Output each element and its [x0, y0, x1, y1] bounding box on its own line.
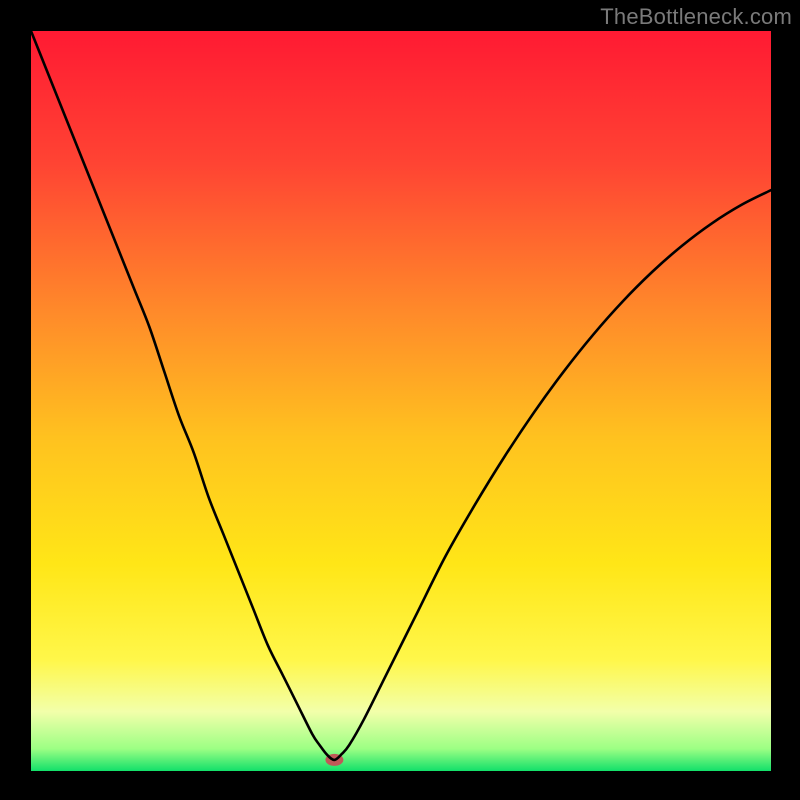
- watermark-text: TheBottleneck.com: [600, 4, 792, 30]
- plot-area: [30, 30, 772, 772]
- chart-frame: TheBottleneck.com: [0, 0, 800, 800]
- gradient-background: [31, 31, 771, 771]
- chart-svg: [31, 31, 771, 771]
